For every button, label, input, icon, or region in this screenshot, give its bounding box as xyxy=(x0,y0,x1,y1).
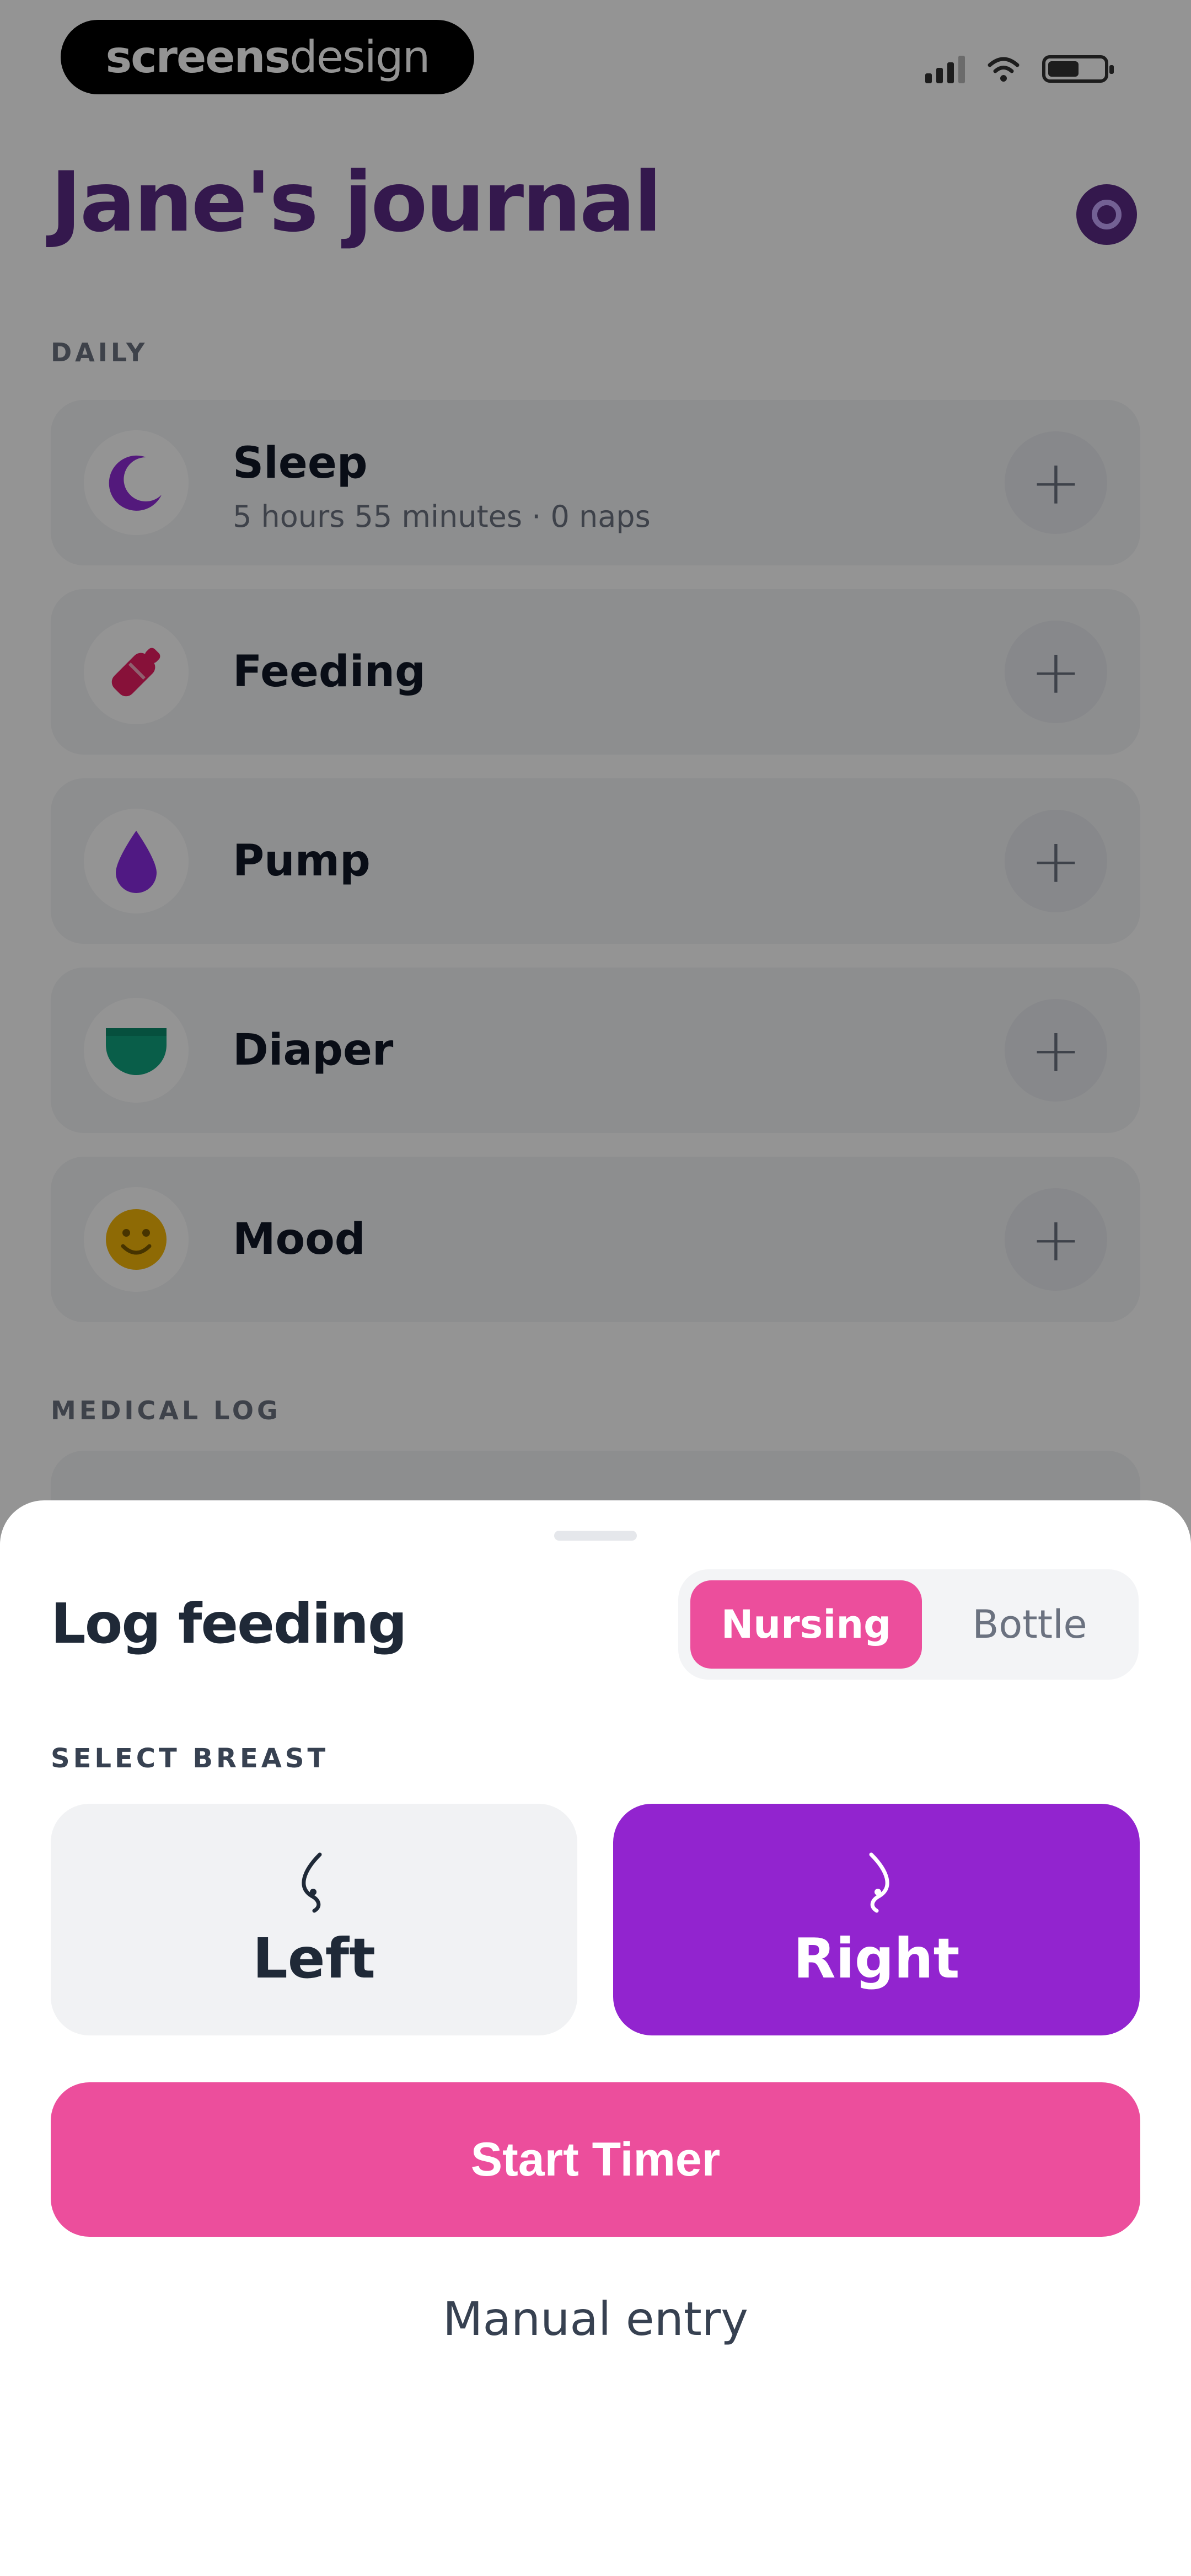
screen: screens design Jane's journal DAILY Slee… xyxy=(0,0,1191,2576)
segment-nursing[interactable]: Nursing xyxy=(690,1580,922,1669)
segment-bottle[interactable]: Bottle xyxy=(932,1580,1128,1669)
right-breast-button[interactable]: Right xyxy=(613,1804,1140,2035)
manual-entry-link[interactable]: Manual entry xyxy=(0,2292,1191,2346)
sheet-handle[interactable] xyxy=(554,1531,637,1541)
right-breast-label: Right xyxy=(793,1926,960,1991)
log-feeding-sheet: Log feeding Nursing Bottle SELECT BREAST… xyxy=(0,1500,1191,2576)
start-timer-button[interactable]: Start Timer xyxy=(51,2082,1140,2237)
right-breast-icon xyxy=(869,1852,889,1912)
left-breast-icon xyxy=(301,1852,321,1912)
select-breast-label: SELECT BREAST xyxy=(51,1743,329,1774)
left-breast-label: Left xyxy=(253,1926,375,1991)
feeding-type-toggle: Nursing Bottle xyxy=(678,1569,1139,1680)
sheet-title: Log feeding xyxy=(51,1591,407,1656)
left-breast-button[interactable]: Left xyxy=(51,1804,577,2035)
